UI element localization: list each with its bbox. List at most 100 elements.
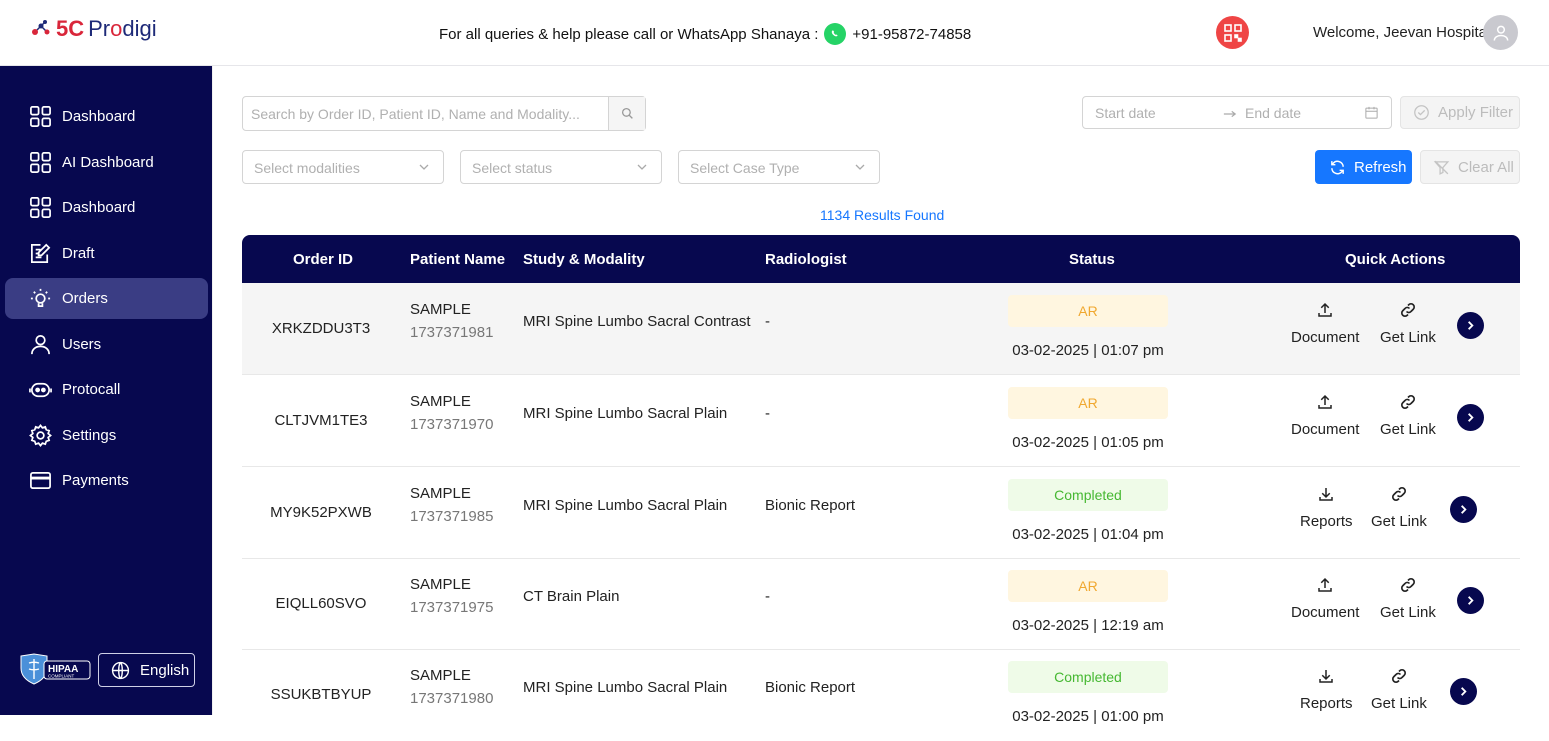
link-icon: [1400, 303, 1415, 317]
search-icon: [621, 107, 633, 119]
gear-icon: [29, 424, 52, 447]
upload-document-button[interactable]: Document: [1291, 393, 1359, 438]
modalities-select[interactable]: Select modalities: [242, 150, 444, 184]
status-badge: AR: [1008, 387, 1168, 419]
table-header: Order ID Patient Name Study & Modality R…: [242, 235, 1520, 283]
upload-icon: [1318, 302, 1332, 317]
column-quick-actions: Quick Actions: [1345, 251, 1446, 268]
order-id: CLTJVM1TE3: [274, 412, 368, 429]
study-modality: MRI Spine Lumbo Sacral Plain: [523, 679, 728, 696]
results-count: 1134 Results Found: [820, 207, 945, 223]
status-badge: Completed: [1008, 661, 1168, 693]
clear-all-button[interactable]: Clear All: [1420, 150, 1520, 184]
refresh-icon: [1331, 160, 1344, 174]
chevron-right-icon: [1468, 413, 1474, 422]
table-row[interactable]: CLTJVM1TE3 SAMPLE 1737371970 MRI Spine L…: [242, 375, 1520, 467]
get-link-button[interactable]: Get Link: [1380, 301, 1436, 346]
language-label: English: [140, 661, 190, 679]
chevron-down-icon: [419, 164, 429, 170]
status-date: 03-02-2025 | 01:04 pm: [1012, 526, 1164, 543]
refresh-button[interactable]: Refresh: [1315, 150, 1412, 184]
get-link-button[interactable]: Get Link: [1371, 667, 1427, 712]
chevron-right-icon: [1468, 321, 1474, 330]
status-date: 03-02-2025 | 01:07 pm: [1012, 342, 1164, 359]
filter-clear-icon: [1433, 160, 1450, 175]
chevron-right-icon: [1461, 687, 1467, 696]
sidebar-item-dashboard-2[interactable]: Dashboard: [5, 187, 208, 228]
logo[interactable]: 5C Prodigi: [30, 16, 157, 42]
download-reports-button[interactable]: Reports: [1300, 485, 1353, 530]
status-badge: Completed: [1008, 479, 1168, 511]
arrow-right-icon: [1223, 110, 1237, 118]
table-row[interactable]: MY9K52PXWB SAMPLE 1737371985 MRI Spine L…: [242, 467, 1520, 559]
sidebar-item-label: Dashboard: [62, 199, 136, 216]
help-phone[interactable]: +91-95872-74858: [852, 26, 971, 43]
end-date-input[interactable]: End date: [1245, 105, 1301, 121]
patient-id: 1737371985: [410, 508, 494, 525]
check-circle-icon: [1414, 105, 1429, 120]
date-range-picker[interactable]: Start date End date: [1082, 96, 1392, 129]
open-order-button[interactable]: [1450, 678, 1477, 705]
status-badge: AR: [1008, 295, 1168, 327]
open-order-button[interactable]: [1457, 404, 1484, 431]
status-select[interactable]: Select status: [460, 150, 662, 184]
search-input[interactable]: [243, 97, 610, 130]
radiologist: Bionic Report: [765, 679, 856, 696]
search-box: [242, 96, 646, 131]
robot-icon: [29, 382, 52, 398]
sidebar-item-orders[interactable]: Orders: [5, 278, 208, 319]
patient-id: 1737371981: [410, 324, 494, 341]
table-row[interactable]: XRKZDDU3T3 SAMPLE 1737371981 MRI Spine L…: [242, 283, 1520, 375]
sidebar-item-users[interactable]: Users: [5, 324, 208, 365]
logo-5c: 5C: [56, 16, 85, 41]
grid-icon: [30, 106, 51, 127]
radiologist: -: [765, 313, 770, 330]
sidebar-item-dashboard[interactable]: Dashboard: [5, 96, 208, 137]
column-study-modality[interactable]: Study & Modality: [523, 251, 645, 268]
apply-filter-button[interactable]: Apply Filter: [1400, 96, 1520, 129]
column-radiologist[interactable]: Radiologist: [765, 251, 847, 268]
case-type-select[interactable]: Select Case Type: [678, 150, 880, 184]
table-row[interactable]: SSUKBTBYUP SAMPLE 1737371980 MRI Spine L…: [242, 649, 1520, 741]
sidebar-item-protocall[interactable]: Protocall: [5, 369, 208, 410]
get-link-button[interactable]: Get Link: [1371, 485, 1427, 530]
get-link-button[interactable]: Get Link: [1380, 576, 1436, 621]
open-order-button[interactable]: [1450, 496, 1477, 523]
card-icon: [30, 471, 51, 490]
top-bar: 5C Prodigi For all queries & help please…: [0, 0, 1549, 66]
sidebar-item-settings[interactable]: Settings: [5, 415, 208, 456]
apply-filter-label: Apply Filter: [1438, 104, 1514, 121]
chevron-down-icon: [637, 164, 647, 170]
open-order-button[interactable]: [1457, 587, 1484, 614]
qr-code-icon[interactable]: [1216, 16, 1249, 49]
get-link-button[interactable]: Get Link: [1380, 393, 1436, 438]
column-order-id[interactable]: Order ID: [293, 251, 353, 268]
sidebar-item-label: Settings: [62, 427, 117, 444]
start-date-input[interactable]: Start date: [1095, 105, 1156, 121]
case-type-placeholder: Select Case Type: [690, 160, 800, 176]
column-status[interactable]: Status: [1069, 251, 1115, 268]
sidebar-item-label: Protocall: [62, 381, 121, 398]
search-button[interactable]: [608, 97, 645, 130]
whatsapp-icon[interactable]: [824, 23, 847, 45]
column-patient-name[interactable]: Patient Name: [410, 251, 505, 268]
upload-document-button[interactable]: Document: [1291, 301, 1359, 346]
language-select[interactable]: English: [98, 653, 195, 687]
sidebar-item-payments[interactable]: Payments: [5, 460, 208, 501]
open-order-button[interactable]: [1457, 312, 1484, 339]
upload-document-button[interactable]: Document: [1291, 576, 1359, 621]
download-reports-button[interactable]: Reports: [1300, 667, 1353, 712]
sidebar-item-ai-dashboard[interactable]: AI Dashboard: [5, 142, 208, 183]
table-row[interactable]: EIQLL60SVO SAMPLE 1737371975 CT Brain Pl…: [242, 558, 1520, 650]
link-icon: [1400, 395, 1415, 409]
status-placeholder: Select status: [472, 160, 553, 176]
patient-name: SAMPLE: [410, 393, 471, 410]
patient-name: SAMPLE: [410, 301, 471, 318]
avatar[interactable]: [1483, 15, 1518, 50]
sidebar-item-draft[interactable]: Draft: [5, 233, 208, 274]
patient-name: SAMPLE: [410, 576, 471, 593]
download-icon: [1319, 670, 1334, 683]
grid-icon: [30, 197, 51, 218]
calendar-icon: [1365, 106, 1378, 119]
chevron-right-icon: [1468, 596, 1474, 605]
